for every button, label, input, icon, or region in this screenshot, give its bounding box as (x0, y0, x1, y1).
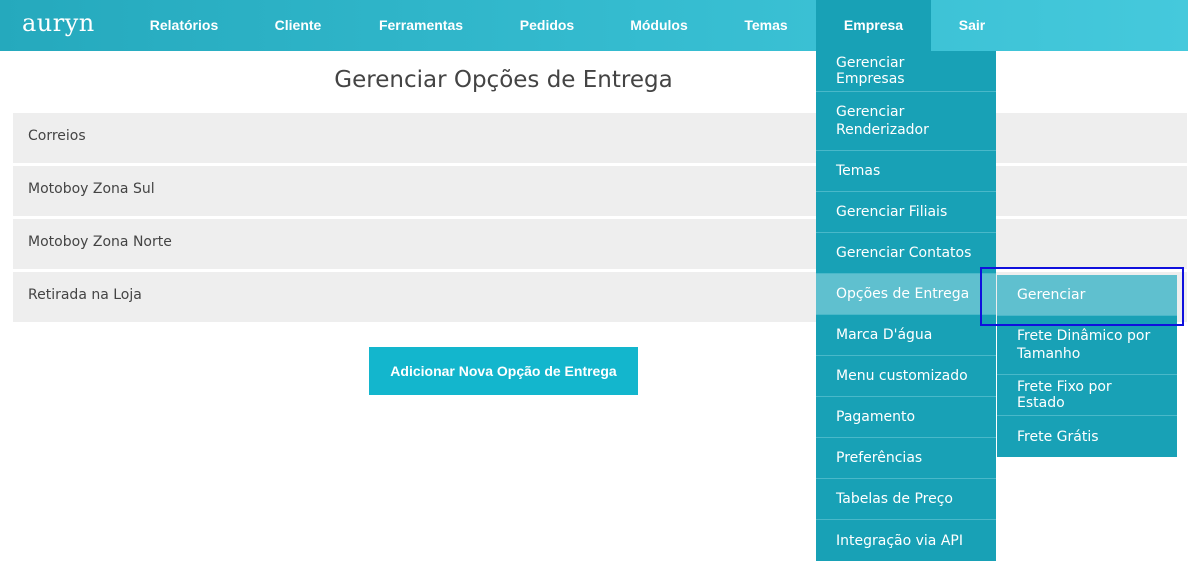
add-delivery-option-button[interactable]: Adicionar Nova Opção de Entrega (369, 347, 638, 395)
submenu-item-frete-fixo[interactable]: Frete Fixo por Estado (997, 375, 1177, 416)
empresa-dropdown-menu: Gerenciar Empresas Gerenciar Renderizado… (816, 51, 996, 561)
menu-item-label: Marca D'água (836, 327, 933, 343)
menu-item-label: Pagamento (836, 409, 916, 425)
opcoes-de-entrega-submenu: Gerenciar Frete Dinâmico por Tamanho Fre… (997, 275, 1177, 457)
submenu-item-label: Gerenciar (1017, 287, 1086, 303)
nav-empresa[interactable]: Empresa (816, 0, 931, 51)
menu-item-tabelas-de-preco[interactable]: Tabelas de Preço (816, 479, 996, 520)
menu-item-gerenciar-renderizador[interactable]: Gerenciar Renderizador (816, 92, 996, 151)
submenu-item-frete-gratis[interactable]: Frete Grátis (997, 416, 1177, 457)
menu-item-label: Menu customizado (836, 368, 968, 384)
nav-sair[interactable]: Sair (941, 0, 1003, 51)
nav-relatorios[interactable]: Relatórios (132, 0, 236, 51)
delivery-option-row[interactable]: Correios (13, 113, 1187, 163)
menu-item-gerenciar-filiais[interactable]: Gerenciar Filiais (816, 192, 996, 233)
submenu-item-label: Frete Dinâmico por Tamanho (1017, 328, 1151, 362)
menu-item-marca-dagua[interactable]: Marca D'água (816, 315, 996, 356)
menu-item-label: Tabelas de Preço (836, 491, 953, 507)
menu-item-label: Gerenciar Filiais (836, 204, 948, 220)
submenu-item-gerenciar[interactable]: Gerenciar (997, 275, 1177, 316)
nav-modulos[interactable]: Módulos (612, 0, 706, 51)
delivery-option-row[interactable]: Motoboy Zona Sul (13, 166, 1187, 216)
menu-item-pagamento[interactable]: Pagamento (816, 397, 996, 438)
menu-item-preferencias[interactable]: Preferências (816, 438, 996, 479)
menu-item-label: Preferências (836, 450, 923, 466)
menu-item-opcoes-de-entrega[interactable]: Opções de Entrega (816, 274, 996, 315)
menu-item-integracao-api[interactable]: Integração via API (816, 520, 996, 561)
menu-item-label: Gerenciar Renderizador (836, 104, 929, 138)
nav-pedidos[interactable]: Pedidos (500, 0, 594, 51)
menu-item-label: Integração via API (836, 532, 963, 549)
top-navigation-bar: auryn Relatórios Cliente Ferramentas Ped… (0, 0, 1188, 51)
submenu-item-frete-dinamico[interactable]: Frete Dinâmico por Tamanho (997, 316, 1177, 375)
nav-ferramentas[interactable]: Ferramentas (360, 0, 482, 51)
submenu-item-label: Frete Fixo por Estado (1017, 379, 1112, 411)
nav-cliente[interactable]: Cliente (254, 0, 342, 51)
brand-logo[interactable]: auryn (22, 9, 95, 37)
menu-item-label: Gerenciar Contatos (836, 245, 972, 261)
menu-item-gerenciar-empresas[interactable]: Gerenciar Empresas (816, 51, 996, 92)
menu-item-label: Opções de Entrega (836, 286, 970, 302)
menu-item-gerenciar-contatos[interactable]: Gerenciar Contatos (816, 233, 996, 274)
menu-item-menu-customizado[interactable]: Menu customizado (816, 356, 996, 397)
menu-item-temas[interactable]: Temas (816, 151, 996, 192)
menu-item-label: Gerenciar Empresas (836, 55, 905, 87)
nav-temas[interactable]: Temas (724, 0, 808, 51)
submenu-item-label: Frete Grátis (1017, 428, 1099, 445)
menu-item-label: Temas (836, 163, 881, 179)
delivery-option-row[interactable]: Motoboy Zona Norte (13, 219, 1187, 269)
